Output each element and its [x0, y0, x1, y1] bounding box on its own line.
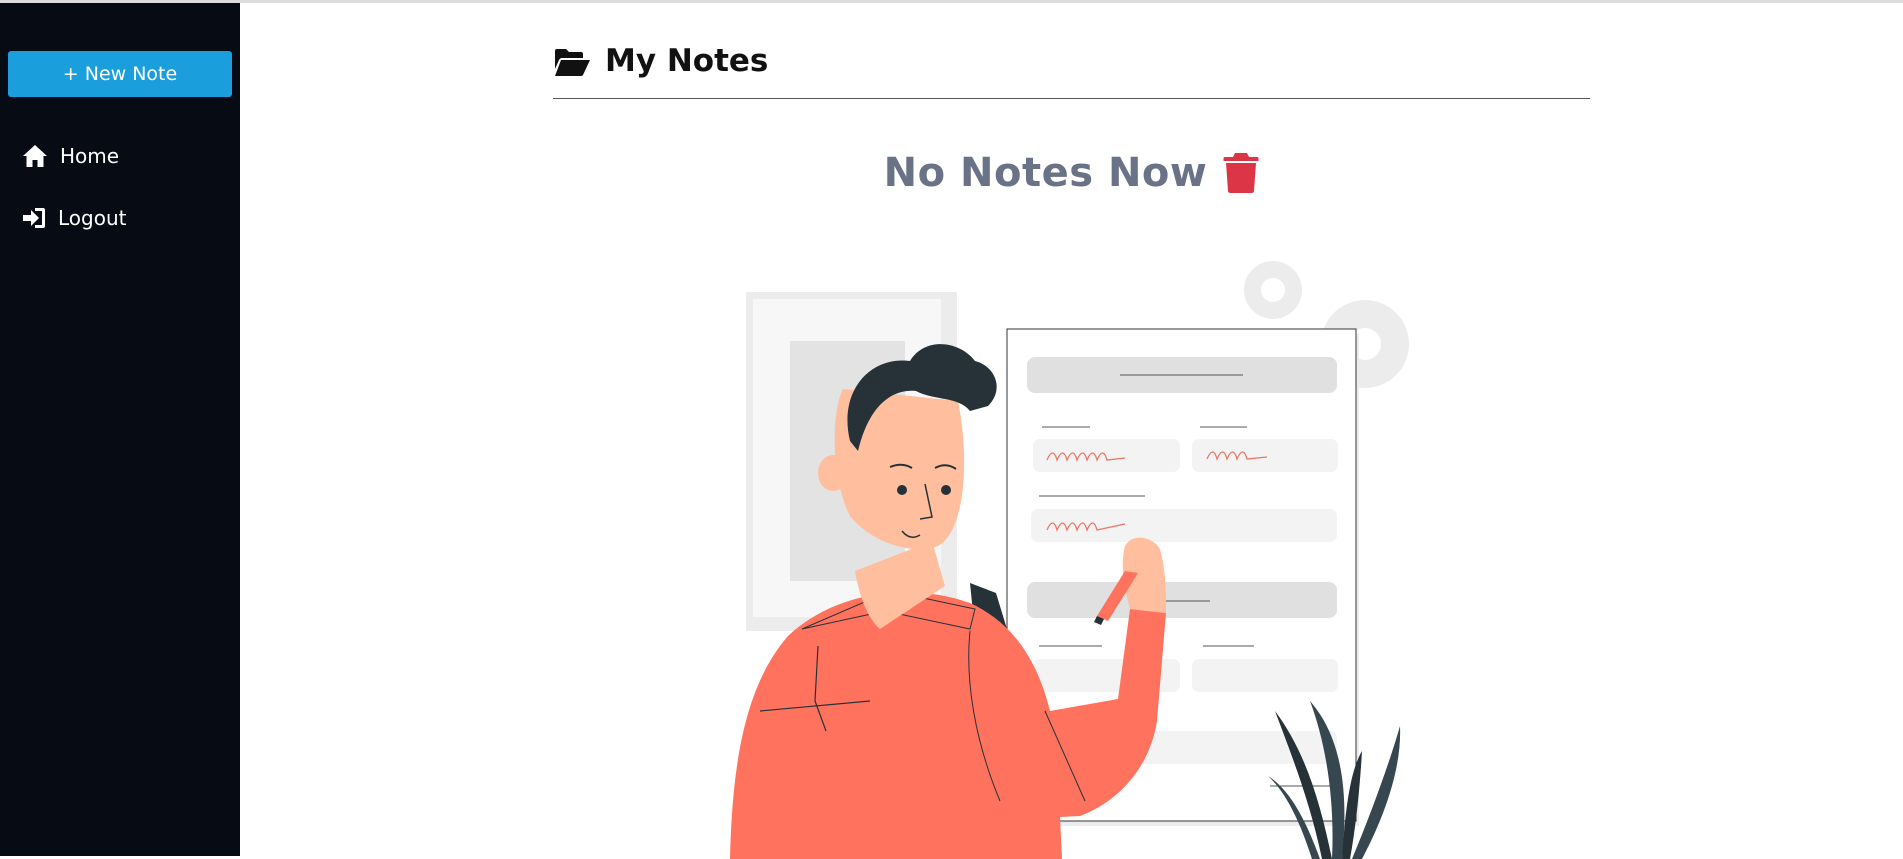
sidebar: + New Note Home Logout	[0, 3, 240, 856]
empty-state-message: No Notes Now	[883, 150, 1208, 196]
folder-open-icon	[555, 49, 590, 76]
main-content: My Notes No Notes Now	[240, 3, 1903, 859]
new-note-button[interactable]: + New Note	[8, 51, 232, 97]
person-writing-illustration	[730, 261, 1409, 859]
empty-state: No Notes Now	[553, 143, 1590, 203]
page-title: My Notes	[605, 43, 769, 79]
trash-icon	[1223, 153, 1259, 193]
sidebar-item-home[interactable]: Home	[22, 141, 119, 171]
sidebar-item-logout[interactable]: Logout	[22, 203, 126, 233]
page-header: My Notes	[553, 41, 1590, 99]
home-icon	[23, 145, 47, 167]
sidebar-item-label: Home	[60, 144, 120, 168]
sign-in-icon	[23, 208, 45, 228]
sidebar-item-label: Logout	[58, 206, 127, 230]
